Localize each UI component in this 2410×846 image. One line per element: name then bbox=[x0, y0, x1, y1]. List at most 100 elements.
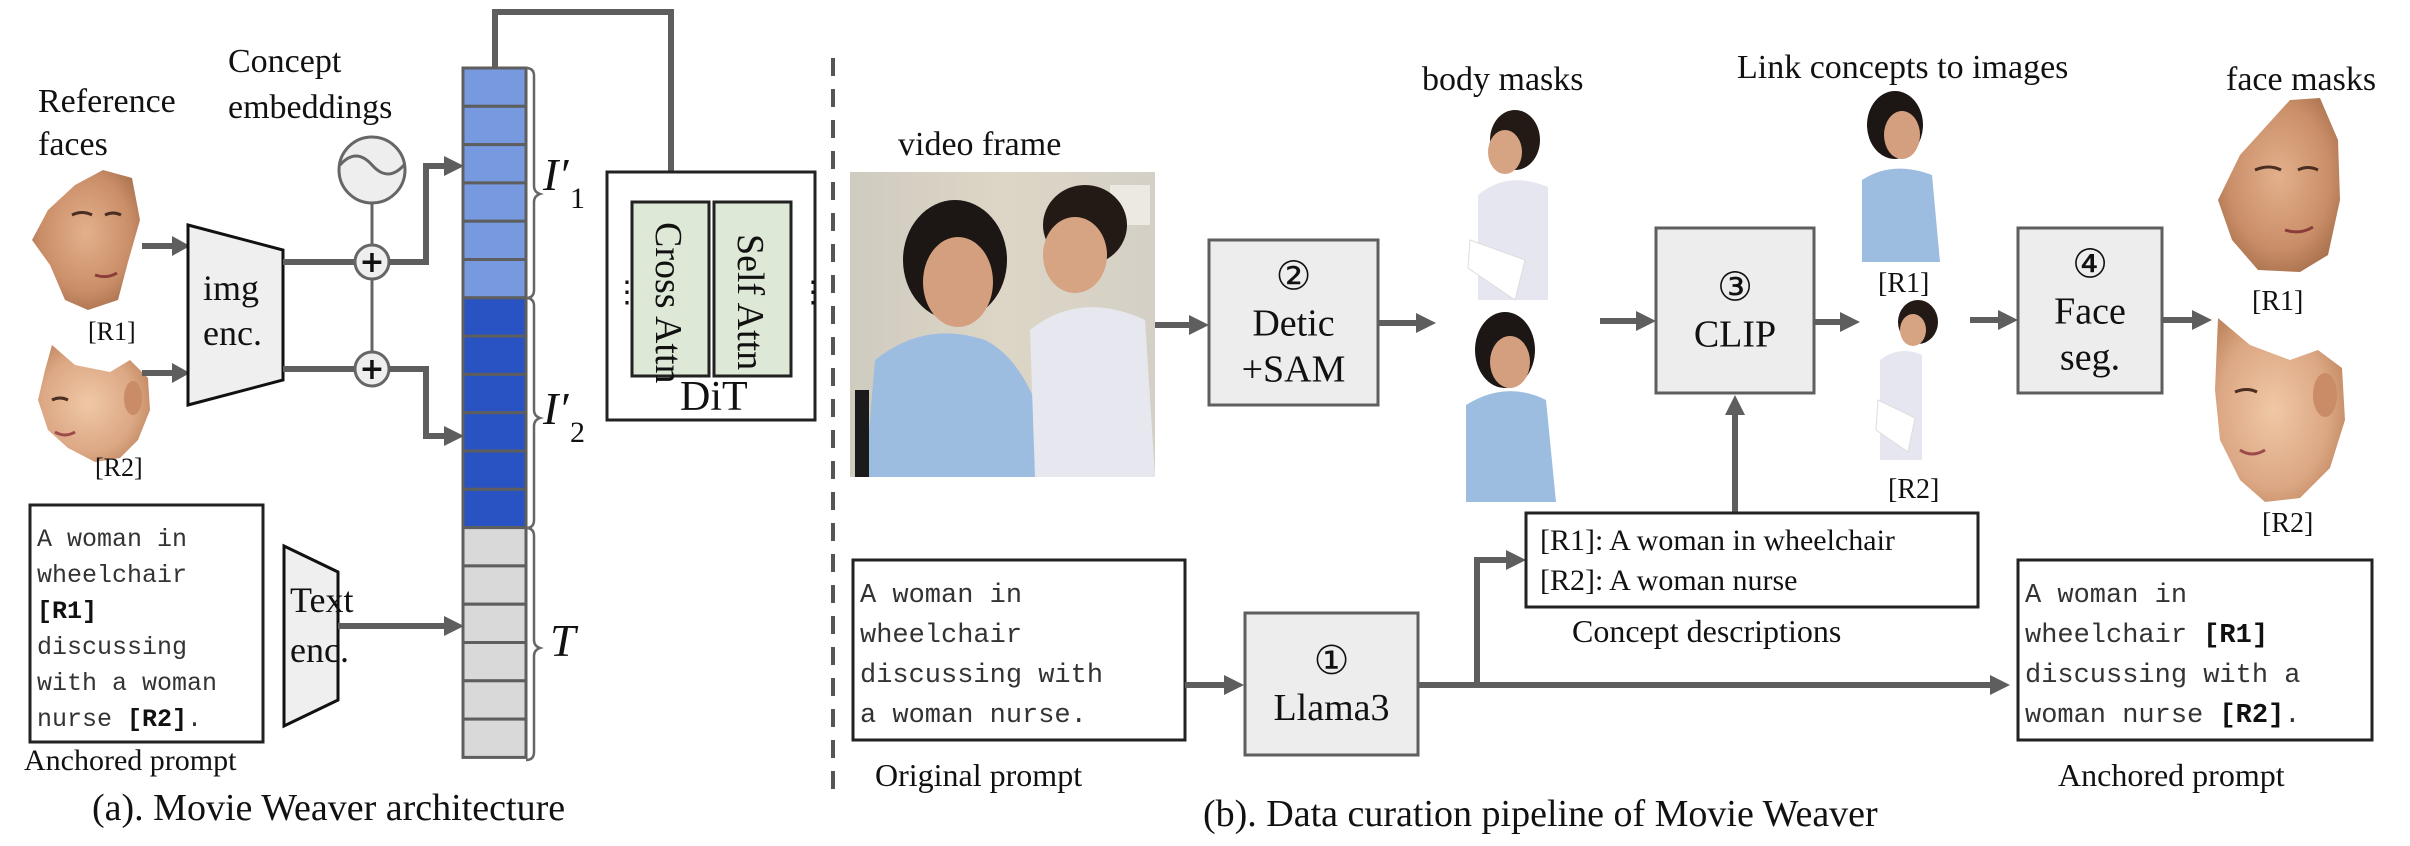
arrow-head bbox=[1506, 550, 1526, 570]
token-image-2 bbox=[461, 487, 528, 530]
token-text bbox=[461, 602, 528, 645]
self-attention-label: Self Attn bbox=[729, 234, 771, 370]
dit-block: Cross Attn Self Attn ⋮ ⋮ DiT bbox=[605, 170, 828, 422]
image-encoder-label-2: enc. bbox=[203, 313, 262, 353]
arrow-head bbox=[1990, 675, 2010, 695]
prompt-line: discussing bbox=[37, 633, 187, 662]
prompt-line: a woman nurse. bbox=[860, 701, 1087, 731]
prompt-line: wheelchair [R1] bbox=[2025, 621, 2268, 651]
reference-face-r1 bbox=[32, 170, 140, 310]
dit-label: DiT bbox=[680, 374, 748, 420]
face-mask-r1 bbox=[2218, 98, 2340, 272]
plus-icon: + bbox=[359, 245, 384, 280]
panel-a-architecture: Reference faces Concept embeddings [R1] … bbox=[24, 9, 828, 829]
step-number: ③ bbox=[1717, 265, 1753, 310]
concept-embeddings-label-2: embeddings bbox=[228, 89, 392, 126]
concept-anchor: [R1] bbox=[2203, 621, 2268, 651]
video-frame-label: video frame bbox=[898, 126, 1061, 163]
token-group-i1-subscript: 1 bbox=[570, 182, 585, 215]
cross-attention-label: Cross Attn bbox=[647, 222, 689, 384]
arrow-head bbox=[1725, 395, 1745, 415]
body-mask-nurse bbox=[1467, 110, 1548, 301]
concept-description-r1: [R1]: A woman in wheelchair bbox=[1540, 524, 1895, 557]
token-image-2 bbox=[461, 296, 528, 338]
token-text bbox=[461, 564, 528, 606]
text-encoder-label-1: Text bbox=[290, 580, 353, 620]
prompt-line: A woman in bbox=[37, 525, 187, 554]
body-masks-label: body masks bbox=[1422, 61, 1584, 98]
caption-b: (b). Data curation pipeline of Movie Wea… bbox=[1203, 793, 1878, 835]
reference-face-r1-tag: [R1] bbox=[88, 317, 136, 346]
ellipsis-left: ⋮ bbox=[612, 276, 642, 309]
prompt-line: A woman in bbox=[2025, 581, 2187, 611]
token-sequence bbox=[461, 66, 528, 759]
arrow-head bbox=[1998, 310, 2018, 330]
reference-face-r2 bbox=[38, 345, 150, 462]
concept-anchor: [R2] bbox=[2219, 701, 2284, 731]
step-label: +SAM bbox=[1242, 349, 1346, 391]
concept-anchor: [R1] bbox=[37, 597, 97, 626]
concept-embedding-icon bbox=[337, 135, 407, 205]
arrow-head bbox=[444, 156, 464, 176]
original-prompt-label: Original prompt bbox=[875, 757, 1082, 793]
prompt-line: wheelchair bbox=[860, 621, 1022, 651]
face-mask-r2-tag: [R2] bbox=[2262, 508, 2313, 539]
token-image-2 bbox=[461, 411, 528, 453]
token-image-2 bbox=[461, 449, 528, 491]
panel-b-pipeline: video frame ①Llama3 ②Detic+SAM ③CLIP ④Faces… bbox=[850, 49, 2376, 835]
reference-faces-label-1: Reference bbox=[38, 83, 176, 120]
text-encoder: Text enc. bbox=[282, 543, 353, 729]
step-label: Face bbox=[2054, 291, 2126, 333]
linked-image-r2 bbox=[1875, 300, 1938, 460]
token-image-2 bbox=[461, 372, 528, 415]
step-face-seg: ④Faceseg. bbox=[2016, 226, 2164, 395]
step-number: ① bbox=[1314, 638, 1350, 683]
step-label: seg. bbox=[2060, 337, 2120, 379]
text-encoder-label-2: enc. bbox=[290, 630, 349, 670]
step-label: Llama3 bbox=[1273, 687, 1389, 729]
caption-a: (a). Movie Weaver architecture bbox=[92, 787, 565, 829]
arrow-head bbox=[2192, 310, 2212, 330]
prompt-line: [R1] bbox=[37, 597, 97, 626]
link-concepts-label: Link concepts to images bbox=[1737, 49, 2068, 86]
face-mask-r2 bbox=[2215, 318, 2345, 502]
linked-r1-tag: [R1] bbox=[1878, 268, 1929, 299]
reference-faces-label-2: faces bbox=[38, 126, 108, 163]
token-group-t-label: T bbox=[550, 615, 579, 666]
token-image-1 bbox=[461, 181, 528, 223]
concept-descriptions-label: Concept descriptions bbox=[1572, 613, 1841, 649]
token-text bbox=[461, 641, 528, 683]
step-number: ② bbox=[1276, 254, 1312, 299]
token-group-i1-label: I′ bbox=[542, 149, 569, 200]
arrow-head bbox=[1224, 675, 1244, 695]
step-label: CLIP bbox=[1694, 314, 1776, 356]
linked-image-r1 bbox=[1862, 91, 1940, 262]
prompt-line: A woman in bbox=[860, 581, 1022, 611]
arrow-head bbox=[1416, 313, 1436, 333]
body-mask-wheelchair-woman bbox=[1466, 312, 1556, 502]
token-group-i2-label: I′ bbox=[542, 383, 569, 434]
token-image-2 bbox=[461, 334, 528, 376]
step-clip: ③CLIP bbox=[1654, 226, 1816, 395]
concept-embeddings-label-1: Concept bbox=[228, 43, 342, 80]
token-text bbox=[461, 679, 528, 721]
prompt-line: nurse [R2]. bbox=[37, 705, 202, 734]
reference-face-r2-tag: [R2] bbox=[95, 453, 143, 482]
prompt-line: wheelchair bbox=[37, 561, 187, 590]
arrow-head bbox=[444, 426, 464, 446]
prompt-line: woman nurse [R2]. bbox=[2025, 701, 2300, 731]
anchored-prompt-label-a: Anchored prompt bbox=[24, 744, 237, 777]
arrow-head bbox=[1189, 315, 1209, 335]
movie-weaver-figure: Reference faces Concept embeddings [R1] … bbox=[24, 9, 2376, 835]
token-image-1 bbox=[461, 219, 528, 261]
plus-icon: + bbox=[359, 352, 384, 387]
token-text bbox=[461, 526, 528, 568]
token-image-1 bbox=[461, 104, 528, 147]
anchored-prompt-label-b: Anchored prompt bbox=[2058, 757, 2285, 793]
token-group-i2-subscript: 2 bbox=[570, 416, 585, 449]
prompt-line: with a woman bbox=[37, 669, 217, 698]
step-detic-sam: ②Detic+SAM bbox=[1207, 238, 1380, 407]
token-image-1 bbox=[461, 143, 528, 185]
face-mask-r1-tag: [R1] bbox=[2252, 286, 2303, 317]
concept-description-r2: [R2]: A woman nurse bbox=[1540, 564, 1797, 597]
